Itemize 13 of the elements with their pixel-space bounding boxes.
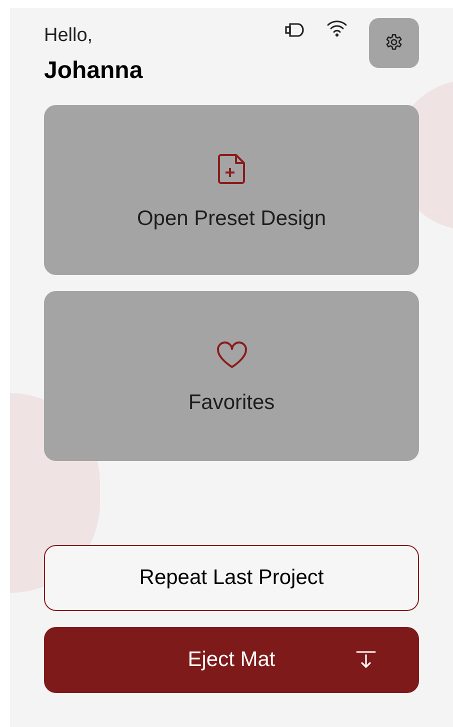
menu-card[interactable]: Favorites — [44, 291, 419, 461]
user-name: Johanna — [44, 56, 143, 86]
eject-mat-button[interactable]: Eject Mat — [44, 627, 419, 693]
menu-card[interactable]: Open Preset Design — [44, 105, 419, 275]
settings-button[interactable] — [369, 18, 419, 68]
repeat-last-project-button[interactable]: Repeat Last Project — [44, 545, 419, 611]
wifi-icon — [327, 20, 347, 37]
file-plus-icon — [216, 153, 246, 186]
settings-icon — [384, 33, 404, 53]
heart-icon — [216, 341, 248, 370]
greeting: Hello, — [44, 24, 94, 48]
usb-drive-icon — [285, 23, 305, 37]
eject-icon — [355, 651, 377, 669]
